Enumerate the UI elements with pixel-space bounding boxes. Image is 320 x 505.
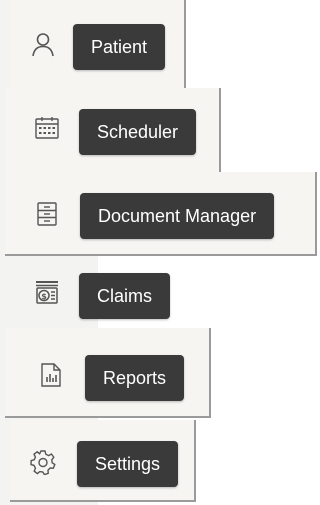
svg-text:$: $ [41,292,47,301]
gear-icon [28,447,58,477]
tooltip-patient: Patient [73,24,166,70]
tooltip-settings: Settings [77,441,179,487]
tooltip-reports: Reports [85,355,185,401]
user-icon [28,29,58,59]
report-chart-icon [36,360,66,390]
claims-dollar-icon: $ [32,277,62,307]
tooltip-claims: Claims [79,273,171,319]
calendar-icon [32,113,62,143]
tooltip-document-manager: Document Manager [80,193,275,239]
tooltip-scheduler: Scheduler [79,109,197,155]
file-cabinet-icon [32,199,62,229]
sidebar-tooltips-screen: Patient Scheduler Document Manager $ Cla… [0,0,319,505]
